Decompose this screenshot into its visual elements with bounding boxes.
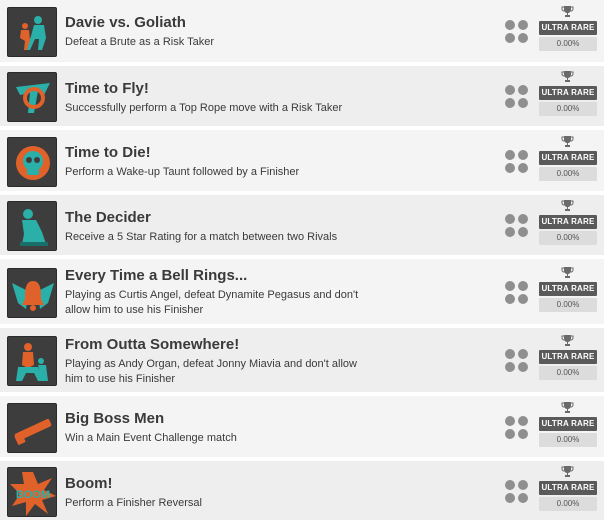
thinker-icon (7, 201, 57, 251)
unlock-percent: 0.00% (539, 497, 597, 511)
unlock-percent: 0.00% (539, 167, 597, 181)
rarity-badge: ULTRA RARE (539, 21, 597, 35)
grid-dots-icon[interactable] (505, 150, 529, 174)
achievement-description: Defeat a Brute as a Risk Taker (65, 36, 214, 48)
achievement-title: The Decider (65, 209, 151, 226)
achievement-description: Win a Main Event Challenge match (65, 432, 237, 444)
grid-dots-icon[interactable] (505, 214, 529, 238)
rarity-badge: ULTRA RARE (539, 215, 597, 229)
rarity-badge: ULTRA RARE (539, 417, 597, 431)
achievement-row[interactable]: BOOM Boom! Perform a Finisher Reversal ULTR… (0, 461, 604, 522)
achievement-row[interactable]: Time to Fly! Successfully perform a Top R… (0, 66, 604, 128)
achievement-description: Playing as Curtis Angel, defeat Dynamite… (65, 289, 359, 316)
unlock-percent: 0.00% (539, 231, 597, 245)
boom-icon: BOOM (7, 467, 57, 517)
achievement-description: Receive a 5 Star Rating for a match betw… (65, 231, 338, 243)
rarity-badge: ULTRA RARE (539, 481, 597, 495)
achievement-description: Perform a Finisher Reversal (65, 497, 202, 509)
grid-dots-icon[interactable] (505, 480, 529, 504)
unlock-percent: 0.00% (539, 298, 597, 312)
achievement-description: Playing as Andy Organ, defeat Jonny Miav… (65, 358, 357, 385)
trophy-icon (561, 401, 574, 414)
achievement-title: From Outta Somewhere! (65, 336, 240, 353)
achievement-description: Successfully perform a Top Rope move wit… (65, 102, 343, 114)
achievement-title: Big Boss Men (65, 410, 165, 427)
achievement-row[interactable]: The Decider Receive a 5 Star Rating for a… (0, 195, 604, 257)
achievement-title: Time to Die! (65, 144, 151, 161)
achievement-title: Time to Fly! (65, 80, 149, 97)
achievement-row[interactable]: From Outta Somewhere! Playing as Andy Org… (0, 328, 604, 394)
trophy-icon (561, 5, 574, 18)
rarity-badge: ULTRA RARE (539, 350, 597, 364)
achievement-row[interactable]: Davie vs. Goliath Defeat a Brute as a Ris… (0, 0, 604, 64)
achievement-row[interactable]: Time to Die! Perform a Wake-up Taunt foll… (0, 130, 604, 193)
trophy-icon (561, 199, 574, 212)
grid-dots-icon[interactable] (505, 349, 529, 373)
rarity-badge: ULTRA RARE (539, 282, 597, 296)
achievement-title: Every Time a Bell Rings... (65, 267, 248, 284)
grid-dots-icon[interactable] (505, 20, 529, 44)
achievement-title: Boom! (65, 475, 113, 492)
grid-dots-icon[interactable] (505, 416, 529, 440)
skull-icon (7, 137, 57, 187)
rarity-badge: ULTRA RARE (539, 86, 597, 100)
winged-bell-icon (7, 268, 57, 318)
trophy-icon (561, 266, 574, 279)
trophy-icon (561, 334, 574, 347)
trophy-icon (561, 465, 574, 478)
baton-icon (7, 403, 57, 453)
unlock-percent: 0.00% (539, 37, 597, 51)
svg-text:BOOM: BOOM (16, 489, 50, 501)
achievement-row[interactable]: Every Time a Bell Rings... Playing as Cur… (0, 259, 604, 326)
flying-wrestler-icon (7, 72, 57, 122)
grid-dots-icon[interactable] (505, 281, 529, 305)
trophy-icon (561, 70, 574, 83)
trophy-icon (561, 135, 574, 148)
two-fighters-icon (7, 7, 57, 57)
unlock-percent: 0.00% (539, 102, 597, 116)
achievement-title: Davie vs. Goliath (65, 14, 186, 31)
grid-dots-icon[interactable] (505, 85, 529, 109)
achievement-row[interactable]: Big Boss Men Win a Main Event Challenge m… (0, 396, 604, 459)
unlock-percent: 0.00% (539, 433, 597, 447)
achievement-description: Perform a Wake-up Taunt followed by a Fi… (65, 166, 300, 178)
rarity-badge: ULTRA RARE (539, 151, 597, 165)
two-wrestlers-icon (7, 336, 57, 386)
unlock-percent: 0.00% (539, 366, 597, 380)
